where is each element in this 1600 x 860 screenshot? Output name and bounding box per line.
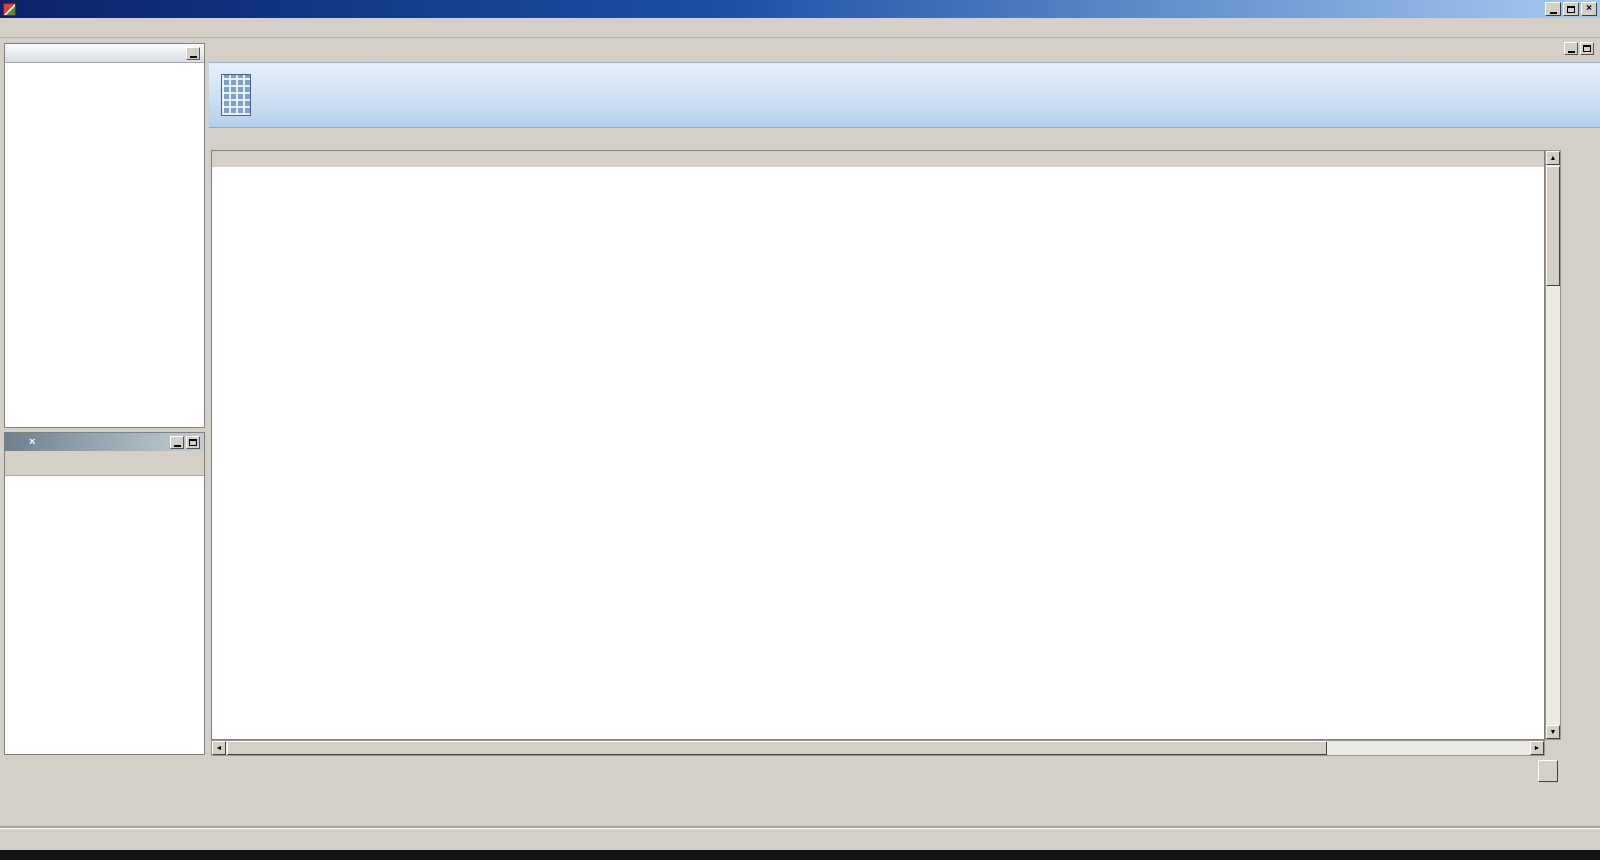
scroll-right-button[interactable]: ► bbox=[1530, 741, 1544, 755]
collapse-icon bbox=[190, 56, 197, 58]
close-button[interactable]: × bbox=[1581, 2, 1597, 16]
booking-toolbar bbox=[5, 451, 204, 476]
minimize-icon bbox=[1550, 12, 1557, 14]
close-booking-panel-icon[interactable]: × bbox=[29, 437, 35, 448]
booking-panel-header: × bbox=[5, 433, 204, 451]
building-icon bbox=[221, 74, 251, 116]
doc-tab-strip bbox=[209, 40, 1560, 62]
restore-icon bbox=[1583, 45, 1591, 52]
scroll-down-button[interactable]: ▼ bbox=[1546, 725, 1560, 739]
sidebar-panel bbox=[4, 43, 205, 428]
palm-tree-icon bbox=[9, 436, 21, 448]
collapse-sidebar-button[interactable] bbox=[186, 47, 200, 60]
results-table bbox=[211, 150, 1545, 740]
maximize-icon bbox=[1567, 6, 1575, 13]
minimize-icon bbox=[1568, 51, 1575, 53]
scroll-up-button[interactable]: ▲ bbox=[1546, 151, 1560, 165]
close-icon: × bbox=[1586, 4, 1592, 14]
minimize-panel-button[interactable] bbox=[170, 436, 184, 449]
booking-rows bbox=[5, 476, 204, 483]
sidebar-tree bbox=[5, 63, 204, 67]
mdi-controls bbox=[1562, 42, 1594, 55]
sidebar-header bbox=[5, 44, 204, 63]
results-bar bbox=[209, 131, 1600, 150]
vertical-scrollbar[interactable]: ▲ ▼ bbox=[1545, 150, 1561, 740]
minimize-button[interactable] bbox=[1545, 2, 1561, 16]
app-window: × × bbox=[0, 0, 1600, 860]
vertical-scrollbar-thumb[interactable] bbox=[1546, 166, 1560, 286]
booking-panel-controls bbox=[168, 436, 200, 449]
table-header bbox=[212, 151, 1544, 167]
horizontal-scrollbar[interactable]: ◄ ► bbox=[211, 740, 1545, 756]
menu-bar bbox=[0, 18, 1600, 38]
banner bbox=[209, 62, 1600, 128]
mdi-minimize-button[interactable] bbox=[1564, 42, 1578, 55]
search-status-strip bbox=[209, 758, 1536, 788]
maximize-button[interactable] bbox=[1563, 2, 1579, 16]
status-bar bbox=[0, 828, 1600, 850]
title-bar: × bbox=[0, 0, 1600, 18]
restore-icon bbox=[189, 439, 197, 446]
app-icon bbox=[3, 3, 16, 16]
screen-edge bbox=[0, 850, 1600, 860]
scroll-left-button[interactable]: ◄ bbox=[212, 741, 226, 755]
horizontal-scrollbar-thumb[interactable] bbox=[227, 741, 1327, 755]
restore-panel-button[interactable] bbox=[186, 436, 200, 449]
booking-contents-panel: × bbox=[4, 432, 205, 755]
minimize-icon bbox=[174, 445, 181, 447]
mdi-restore-button[interactable] bbox=[1580, 42, 1594, 55]
info-button[interactable] bbox=[1538, 760, 1558, 782]
window-controls: × bbox=[1543, 2, 1597, 16]
